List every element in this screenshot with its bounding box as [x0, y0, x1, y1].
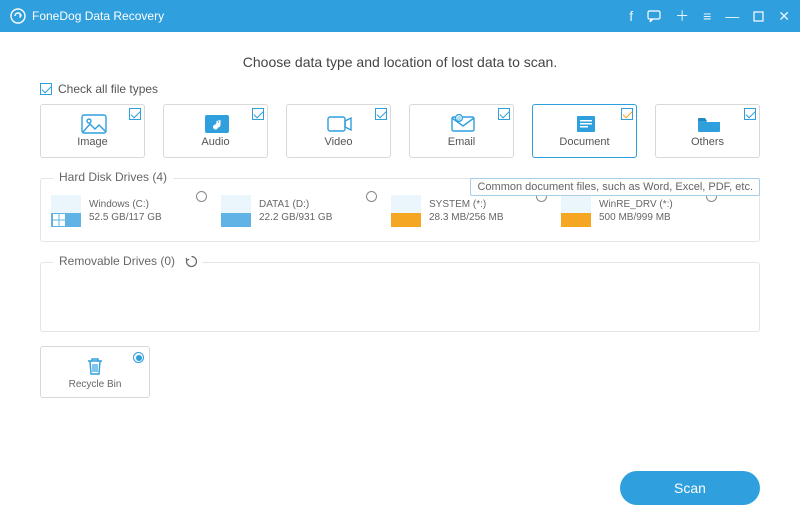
drive-icon	[391, 195, 421, 227]
type-label: Audio	[201, 136, 229, 148]
drive-item[interactable]: Windows (C:)52.5 GB/117 GB	[51, 195, 211, 227]
minimize-icon[interactable]: ―	[725, 8, 739, 24]
document-icon	[573, 114, 597, 134]
drive-icon	[51, 195, 81, 227]
file-types-row: Image Audio Video @ Email	[40, 104, 760, 158]
type-label: Email	[448, 136, 476, 148]
type-card-others[interactable]: Others	[655, 104, 760, 158]
type-card-video[interactable]: Video	[286, 104, 391, 158]
type-label: Others	[691, 136, 724, 148]
removable-section-title: Removable Drives (0)	[53, 254, 181, 268]
check-all-label: Check all file types	[58, 82, 158, 96]
drive-icon	[561, 195, 591, 227]
recycle-label: Recycle Bin	[69, 379, 122, 390]
video-icon	[327, 114, 351, 134]
type-checkbox[interactable]	[621, 108, 633, 120]
recycle-bin-card[interactable]: Recycle Bin	[40, 346, 150, 398]
type-card-document[interactable]: Document	[532, 104, 637, 158]
drive-name: Windows (C:)	[89, 198, 162, 211]
audio-icon	[204, 114, 228, 134]
page-heading: Choose data type and location of lost da…	[40, 54, 760, 70]
type-checkbox[interactable]	[375, 108, 387, 120]
scan-button[interactable]: Scan	[620, 471, 760, 505]
type-checkbox[interactable]	[252, 108, 264, 120]
type-label: Document	[559, 136, 609, 148]
refresh-icon[interactable]	[181, 255, 202, 268]
drive-name: WinRE_DRV (*:)	[599, 198, 673, 211]
plus-icon[interactable]: ＋	[675, 6, 689, 26]
type-card-email[interactable]: @ Email	[409, 104, 514, 158]
drive-size: 22.2 GB/931 GB	[259, 211, 332, 224]
type-checkbox[interactable]	[129, 108, 141, 120]
app-title: FoneDog Data Recovery	[32, 9, 164, 23]
feedback-icon[interactable]	[647, 9, 661, 23]
svg-text:@: @	[456, 117, 461, 123]
titlebar-controls: f ＋ ≡ ― ✕	[629, 6, 790, 26]
drive-icon	[221, 195, 251, 227]
recycle-radio[interactable]	[133, 352, 144, 363]
type-card-image[interactable]: Image	[40, 104, 145, 158]
disk-section-title: Hard Disk Drives (4)	[53, 170, 173, 184]
drive-size: 500 MB/999 MB	[599, 211, 673, 224]
drive-size: 52.5 GB/117 GB	[89, 211, 162, 224]
menu-icon[interactable]: ≡	[703, 8, 711, 24]
drive-name: SYSTEM (*:)	[429, 198, 503, 211]
type-checkbox[interactable]	[744, 108, 756, 120]
document-tooltip: Common document files, such as Word, Exc…	[470, 178, 760, 196]
facebook-icon[interactable]: f	[629, 8, 633, 24]
type-card-audio[interactable]: Audio	[163, 104, 268, 158]
type-checkbox[interactable]	[498, 108, 510, 120]
type-label: Video	[325, 136, 353, 148]
trash-icon	[84, 355, 106, 377]
folder-icon	[696, 114, 720, 134]
drive-radio[interactable]	[366, 191, 377, 202]
titlebar: FoneDog Data Recovery f ＋ ≡ ― ✕	[0, 0, 800, 32]
check-all-row[interactable]: Check all file types	[40, 82, 760, 96]
drive-name: DATA1 (D:)	[259, 198, 332, 211]
image-icon	[81, 114, 105, 134]
check-all-checkbox[interactable]	[40, 83, 52, 95]
maximize-icon[interactable]	[753, 11, 764, 22]
drive-item[interactable]: SYSTEM (*:)28.3 MB/256 MB	[391, 195, 551, 227]
removable-drives-section: Removable Drives (0)	[40, 262, 760, 332]
app-logo-icon	[10, 8, 26, 24]
drive-size: 28.3 MB/256 MB	[429, 211, 503, 224]
drive-radio[interactable]	[196, 191, 207, 202]
type-label: Image	[77, 136, 108, 148]
close-icon[interactable]: ✕	[778, 8, 790, 25]
drive-item[interactable]: DATA1 (D:)22.2 GB/931 GB	[221, 195, 381, 227]
email-icon: @	[450, 114, 474, 134]
drive-item[interactable]: WinRE_DRV (*:)500 MB/999 MB	[561, 195, 721, 227]
